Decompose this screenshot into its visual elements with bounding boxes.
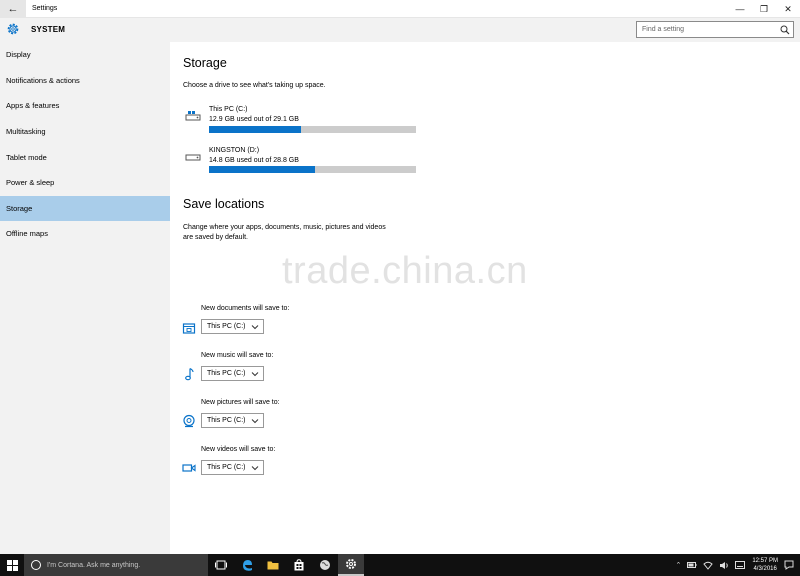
select-value: This PC (C:) — [207, 417, 246, 424]
drive-usage-bar — [209, 166, 416, 173]
sidebar: Display Notifications & actions Apps & f… — [0, 42, 170, 554]
gear-icon — [7, 23, 19, 35]
chevron-down-icon — [251, 419, 259, 424]
clock-date: 4/3/2016 — [753, 566, 777, 572]
videos-location-select[interactable]: This PC (C:) — [201, 460, 264, 475]
chevron-down-icon — [251, 466, 259, 471]
close-icon: ✕ — [784, 3, 792, 14]
drive-usage-bar — [209, 126, 416, 133]
restore-icon: ❐ — [759, 3, 769, 14]
drive-name: KINGSTON (D:) — [209, 147, 260, 154]
back-arrow-icon: ← — [7, 2, 19, 15]
battery-icon[interactable] — [687, 561, 697, 569]
sidebar-item-storage[interactable]: Storage — [0, 195, 170, 222]
back-button[interactable]: ← — [0, 0, 26, 18]
store-icon — [294, 559, 304, 571]
music-icon — [185, 368, 194, 381]
windows-logo-icon — [6, 559, 18, 571]
videos-save-label: New videos will save to: — [201, 446, 276, 453]
select-value: This PC (C:) — [207, 370, 246, 377]
main-content: Storage Choose a drive to see what's tak… — [170, 42, 800, 554]
task-view-icon — [215, 560, 227, 570]
watermark: trade.china.cn — [282, 250, 528, 292]
notifications-icon[interactable] — [784, 560, 794, 570]
sidebar-item-apps-features[interactable]: Apps & features — [0, 93, 170, 119]
usb-drive-icon — [185, 154, 201, 161]
taskbar: I'm Cortana. Ask me anything. ⌃ 12:57 PM… — [0, 554, 800, 576]
search-placeholder: Find a setting — [642, 26, 685, 33]
edge-icon — [243, 560, 252, 571]
pictures-icon — [183, 414, 195, 428]
cortana-search[interactable]: I'm Cortana. Ask me anything. — [24, 554, 208, 576]
videos-icon — [182, 464, 196, 472]
keyboard-icon[interactable] — [735, 561, 746, 569]
chevron-down-icon — [251, 372, 259, 377]
documents-save-label: New documents will save to: — [201, 305, 290, 312]
settings-header: SYSTEM Find a setting — [0, 18, 800, 42]
sidebar-item-display[interactable]: Display — [0, 42, 170, 68]
close-button[interactable]: ✕ — [776, 0, 800, 18]
music-location-select[interactable]: This PC (C:) — [201, 366, 264, 381]
save-locations-description-1: Change where your apps, documents, music… — [183, 224, 386, 231]
folder-icon — [267, 561, 279, 570]
section-title: SYSTEM — [31, 25, 66, 34]
volume-icon[interactable] — [719, 561, 729, 570]
search-icon[interactable] — [780, 25, 790, 35]
globe-icon — [320, 560, 330, 570]
windows-drive-icon — [185, 111, 201, 121]
clock[interactable]: 12:57 PM 4/3/2016 — [752, 557, 778, 573]
minimize-icon: — — [735, 4, 745, 14]
minimize-button[interactable]: — — [728, 0, 752, 18]
network-icon[interactable] — [703, 561, 714, 570]
taskbar-settings[interactable] — [338, 554, 364, 576]
pictures-save-label: New pictures will save to: — [201, 399, 280, 406]
pictures-location-select[interactable]: This PC (C:) — [201, 413, 264, 428]
drive-usage: 14.8 GB used out of 28.8 GB — [209, 157, 299, 164]
taskbar-store[interactable] — [286, 554, 312, 576]
search-input[interactable]: Find a setting — [636, 21, 794, 38]
drive-usage: 12.9 GB used out of 29.1 GB — [209, 116, 299, 123]
sidebar-item-tablet-mode[interactable]: Tablet mode — [0, 144, 170, 170]
system-tray: ⌃ 12:57 PM 4/3/2016 — [672, 554, 800, 576]
title-bar: ← Settings — ❐ ✕ — [0, 0, 800, 18]
cortana-placeholder: I'm Cortana. Ask me anything. — [47, 561, 141, 569]
documents-location-select[interactable]: This PC (C:) — [201, 319, 264, 334]
storage-subtitle: Choose a drive to see what's taking up s… — [183, 82, 326, 89]
chevron-down-icon — [251, 325, 259, 330]
storage-heading: Storage — [183, 56, 227, 70]
select-value: This PC (C:) — [207, 464, 246, 471]
sidebar-item-notifications[interactable]: Notifications & actions — [0, 68, 170, 94]
clock-time: 12:57 PM — [752, 558, 778, 564]
taskbar-edge[interactable] — [234, 554, 260, 576]
settings-gear-icon — [346, 559, 356, 569]
select-value: This PC (C:) — [207, 323, 246, 330]
restore-button[interactable]: ❐ — [752, 0, 776, 18]
sidebar-item-multitasking[interactable]: Multitasking — [0, 119, 170, 145]
cortana-icon — [31, 560, 41, 570]
taskbar-app-globe[interactable] — [312, 554, 338, 576]
task-view-button[interactable] — [208, 554, 234, 576]
taskbar-file-explorer[interactable] — [260, 554, 286, 576]
drive-usage-bar-fill — [209, 126, 301, 133]
sidebar-item-power-sleep[interactable]: Power & sleep — [0, 170, 170, 196]
window-title: Settings — [32, 5, 58, 12]
window-controls: — ❐ ✕ — [728, 0, 800, 18]
sidebar-item-offline-maps[interactable]: Offline maps — [0, 221, 170, 247]
music-save-label: New music will save to: — [201, 352, 274, 359]
save-locations-heading: Save locations — [183, 197, 265, 211]
chevron-up-icon[interactable]: ⌃ — [675, 561, 681, 569]
start-button[interactable] — [0, 554, 24, 576]
drive-usage-bar-fill — [209, 166, 316, 173]
save-locations-description-2: are saved by default. — [183, 234, 248, 241]
drive-name: This PC (C:) — [209, 106, 248, 113]
documents-icon — [182, 323, 196, 334]
